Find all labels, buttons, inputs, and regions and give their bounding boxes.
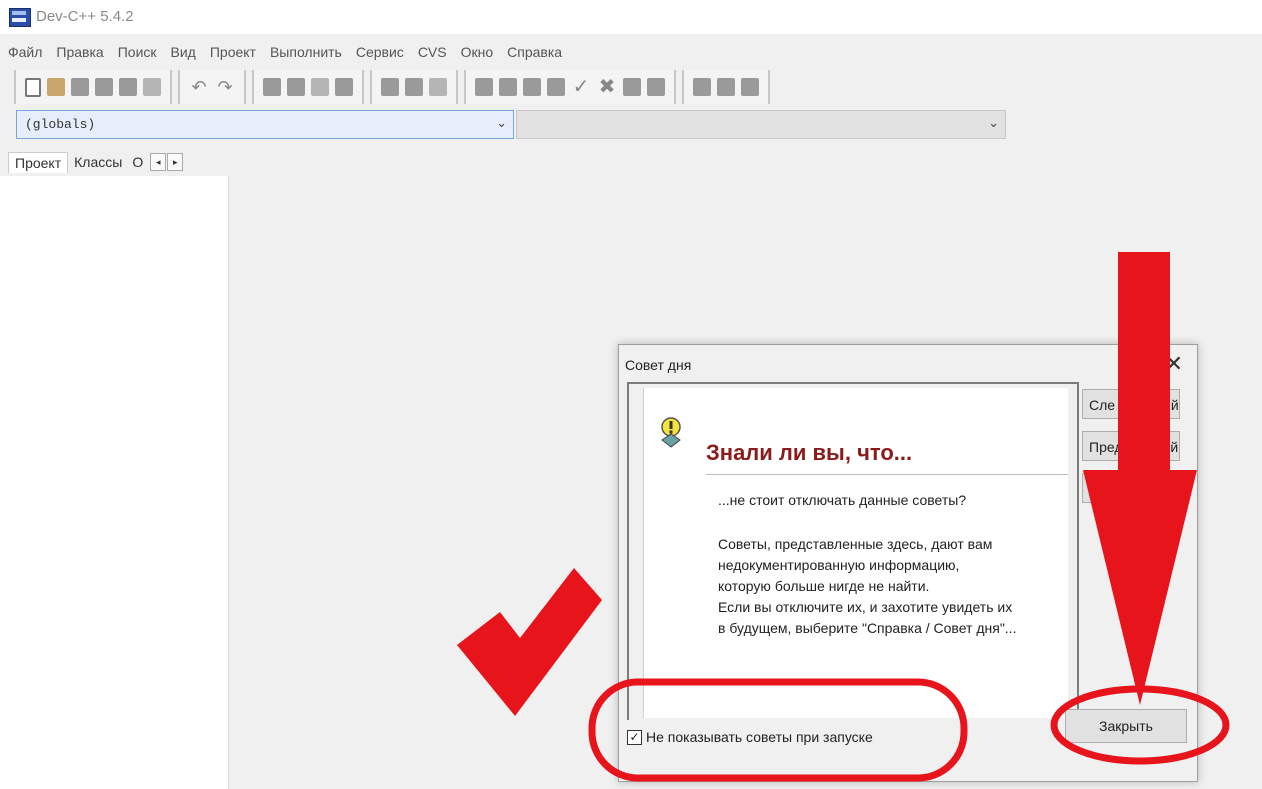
toolbar-group-class bbox=[682, 70, 770, 104]
menu-project[interactable]: Проект bbox=[202, 40, 262, 64]
tip-body-line: Если вы отключите их, и захотите увидеть… bbox=[718, 599, 1013, 615]
class-combo-bar: (globals) ⌄ ⌄ bbox=[16, 110, 1006, 140]
class-header-icon[interactable] bbox=[741, 78, 759, 96]
prev-tip-label: Пред bbox=[1089, 439, 1123, 455]
tip-body-line: недокументированную информацию, bbox=[718, 557, 960, 573]
check-syntax-icon[interactable]: ✓ bbox=[571, 77, 591, 97]
scope-select[interactable]: (globals) ⌄ bbox=[16, 110, 514, 139]
function-select[interactable]: ⌄ bbox=[516, 110, 1006, 139]
tip-heading: Знали ли вы, что... bbox=[706, 440, 913, 465]
toolbar-group-compile: ✓ ✖ bbox=[464, 70, 676, 104]
menu-help[interactable]: Справка bbox=[499, 40, 568, 64]
side-tabs: Проект Классы О ◂ ▸ bbox=[8, 150, 184, 174]
menu-edit[interactable]: Правка bbox=[48, 40, 109, 64]
run-icon[interactable] bbox=[499, 78, 517, 96]
toggle-comment-icon[interactable] bbox=[429, 78, 447, 96]
class-new-icon[interactable] bbox=[693, 78, 711, 96]
tip-body-line: в будущем, выберите "Справка / Совет дня… bbox=[718, 620, 1017, 636]
close-button[interactable]: Закрыть bbox=[1065, 709, 1187, 743]
devcpp-app-icon bbox=[9, 8, 31, 27]
toolbar-group-undo: ↶ ↷ bbox=[178, 70, 246, 104]
tip-content: Знали ли вы, что... ...не стоит отключат… bbox=[643, 388, 1068, 718]
scroll-left-icon[interactable]: ◂ bbox=[150, 153, 167, 171]
divider bbox=[706, 474, 1068, 475]
goto-icon[interactable] bbox=[311, 78, 329, 96]
dont-show-checkbox[interactable]: ✓ bbox=[627, 729, 642, 745]
dont-show-label: Не показывать советы при запуске bbox=[646, 729, 873, 745]
chevron-down-icon[interactable]: ⌄ bbox=[496, 115, 507, 131]
profile-delete-icon[interactable] bbox=[647, 78, 665, 96]
stop-icon[interactable]: ✖ bbox=[597, 77, 617, 97]
close-icon[interactable]: ✕ bbox=[1165, 351, 1183, 377]
menu-window[interactable]: Окно bbox=[453, 40, 500, 64]
indent-icon[interactable] bbox=[381, 78, 399, 96]
scroll-right-icon[interactable]: ▸ bbox=[167, 153, 184, 171]
tip-of-day-dialog: Совет дня ✕ Знали ли вы, что... ...не ст… bbox=[618, 344, 1198, 782]
menu-execute[interactable]: Выполнить bbox=[262, 40, 348, 64]
close-file-icon[interactable] bbox=[119, 78, 137, 96]
menu-file[interactable]: Файл bbox=[0, 40, 48, 64]
title-bar: Dev-C++ 5.4.2 bbox=[0, 0, 1262, 34]
rebuild-icon[interactable] bbox=[547, 78, 565, 96]
next-tip-label: Сле bbox=[1089, 397, 1116, 413]
unindent-icon[interactable] bbox=[405, 78, 423, 96]
prev-tip-label-tail: ий bbox=[1162, 439, 1179, 455]
new-file-icon[interactable] bbox=[25, 77, 41, 97]
goto-line-icon[interactable] bbox=[335, 78, 353, 96]
third-tip-button[interactable]: F bbox=[1082, 473, 1180, 503]
menu-tools[interactable]: Сервис bbox=[348, 40, 410, 64]
prev-tip-button[interactable]: Пред ий bbox=[1082, 431, 1180, 461]
toolbar-group-file bbox=[14, 70, 172, 104]
chevron-down-icon[interactable]: ⌄ bbox=[988, 115, 999, 131]
next-tip-label-tail: ий bbox=[1163, 397, 1179, 413]
menu-cvs[interactable]: CVS bbox=[410, 40, 453, 64]
main-toolbar: ↶ ↷ ✓ ✖ bbox=[14, 68, 776, 106]
tip-body: Советы, представленные здесь, дают вам н… bbox=[718, 534, 1068, 639]
redo-icon[interactable]: ↷ bbox=[215, 78, 235, 96]
class-insert-icon[interactable] bbox=[717, 78, 735, 96]
save-all-icon[interactable] bbox=[95, 78, 113, 96]
profile-icon[interactable] bbox=[623, 78, 641, 96]
tab-project[interactable]: Проект bbox=[8, 151, 69, 173]
replace-icon[interactable] bbox=[287, 78, 305, 96]
tab-classes[interactable]: Классы bbox=[68, 152, 128, 172]
menu-search[interactable]: Поиск bbox=[110, 40, 163, 64]
window-title: Dev-C++ 5.4.2 bbox=[36, 8, 134, 25]
compile-run-icon[interactable] bbox=[523, 78, 541, 96]
checkmark-annotation bbox=[457, 568, 602, 716]
menu-bar: Файл Правка Поиск Вид Проект Выполнить С… bbox=[0, 40, 568, 64]
tip-subtitle: ...не стоит отключать данные советы? bbox=[718, 492, 967, 508]
tab-scroll-buttons: ◂ ▸ bbox=[149, 153, 184, 171]
save-icon[interactable] bbox=[71, 78, 89, 96]
tab-debug-partial[interactable]: О bbox=[128, 152, 147, 172]
dont-show-checkbox-row[interactable]: ✓ Не показывать советы при запуске bbox=[627, 729, 873, 745]
undo-icon[interactable]: ↶ bbox=[189, 78, 209, 96]
third-tip-label: F bbox=[1089, 481, 1098, 497]
print-icon[interactable] bbox=[143, 78, 161, 96]
next-tip-button[interactable]: Сле ий bbox=[1082, 389, 1180, 419]
find-icon[interactable] bbox=[263, 78, 281, 96]
project-panel bbox=[0, 176, 229, 789]
tip-frame: Знали ли вы, что... ...не стоит отключат… bbox=[627, 382, 1079, 720]
open-file-icon[interactable] bbox=[47, 78, 65, 96]
tip-body-line: которую больше нигде не найти. bbox=[718, 578, 930, 594]
toolbar-group-indent bbox=[370, 70, 458, 104]
lightbulb-icon bbox=[661, 417, 681, 448]
dialog-title: Совет дня bbox=[625, 357, 692, 373]
toolbar-group-search bbox=[252, 70, 364, 104]
tip-body-line: Советы, представленные здесь, дают вам bbox=[718, 536, 993, 552]
scope-select-value: (globals) bbox=[25, 117, 96, 132]
compile-icon[interactable] bbox=[475, 78, 493, 96]
menu-view[interactable]: Вид bbox=[163, 40, 202, 64]
